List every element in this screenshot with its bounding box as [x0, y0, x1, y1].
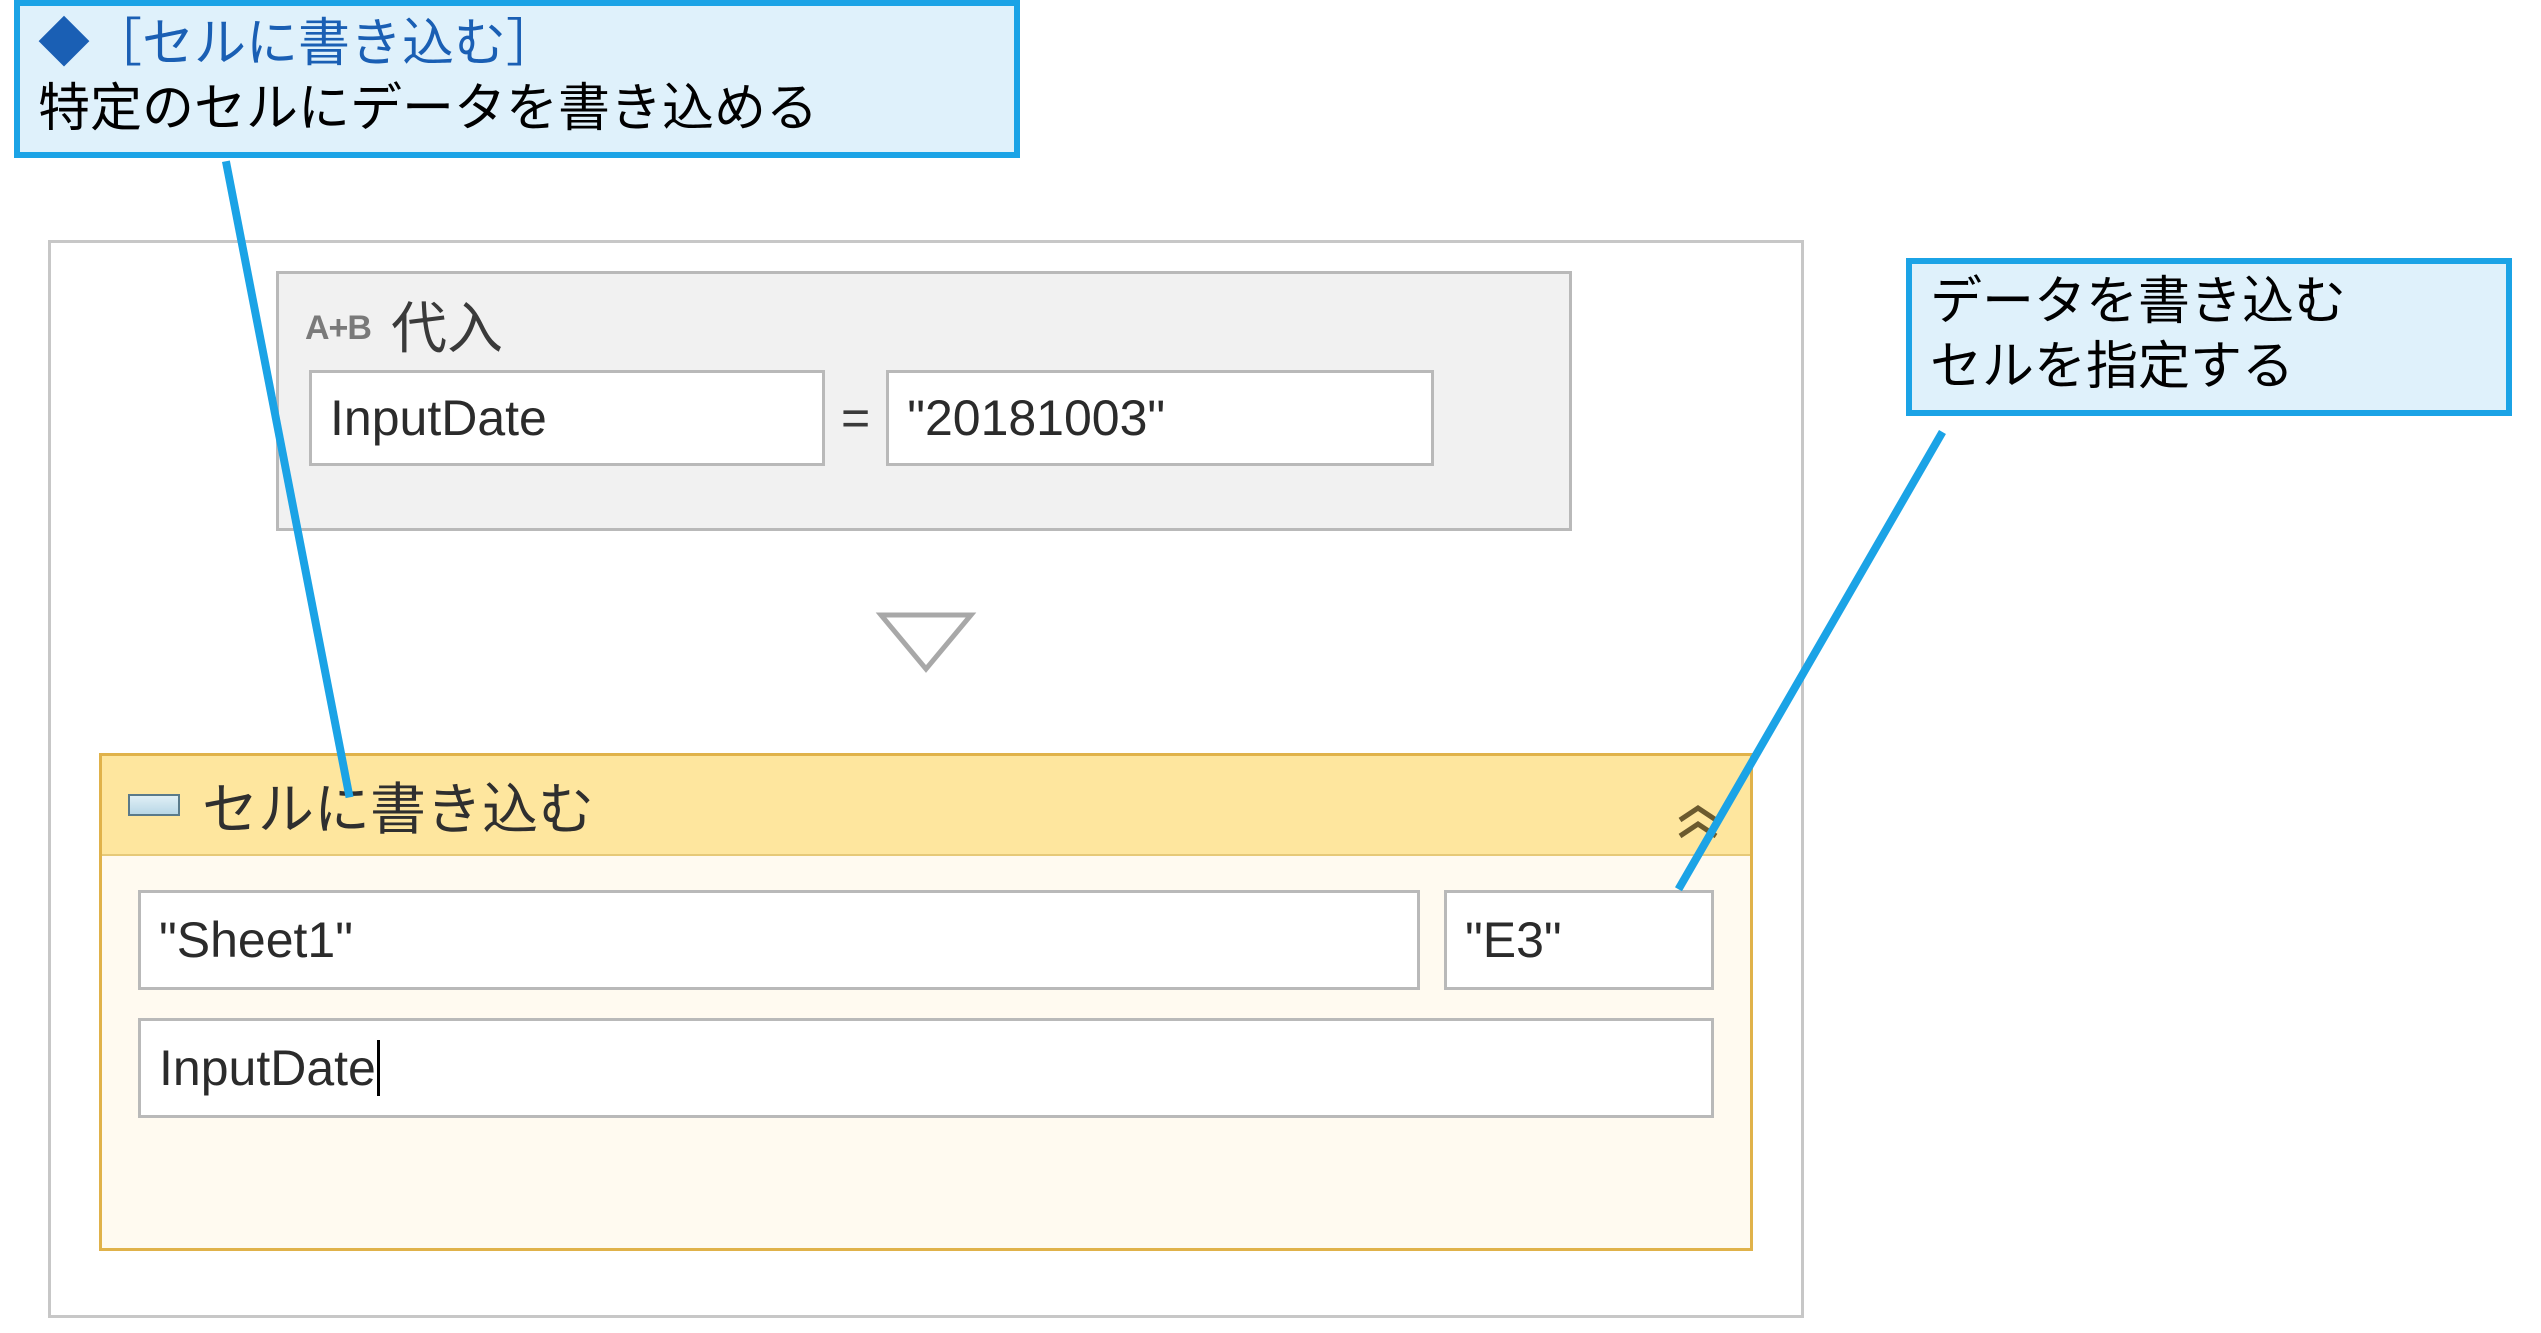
write-cell-header: セルに書き込む: [102, 756, 1750, 856]
assign-header: A+B 代入: [279, 274, 1569, 371]
assign-title: 代入: [391, 284, 503, 365]
assign-activity[interactable]: A+B 代入 InputDate = "20181003": [276, 271, 1572, 531]
callout-line1: データを書き込む: [1930, 270, 2488, 335]
write-cell-activity[interactable]: セルに書き込む "Sheet1" "E3" InputDate: [99, 753, 1753, 1251]
callout-specify-cell: データを書き込む セルを指定する: [1906, 258, 2512, 416]
callout-title: ◆［セルに書き込む］: [38, 12, 996, 77]
assign-icon: A+B: [305, 309, 371, 348]
cell-value-field[interactable]: InputDate: [138, 1018, 1714, 1118]
workflow-panel: A+B 代入 InputDate = "20181003" セルに書き込む: [48, 240, 1804, 1318]
text-caret: [377, 1040, 380, 1096]
flow-arrow-icon: [871, 607, 981, 679]
diamond-icon: ◆: [38, 15, 90, 73]
equals-sign: =: [835, 389, 876, 447]
write-cell-icon: [128, 794, 180, 816]
callout-line2: セルを指定する: [1930, 335, 2488, 400]
callout-write-cell-explain: ◆［セルに書き込む］ 特定のセルにデータを書き込める: [14, 0, 1020, 158]
cell-value-text: InputDate: [159, 1039, 376, 1097]
assign-to-field[interactable]: InputDate: [309, 370, 825, 466]
write-cell-title: セルに書き込む: [202, 765, 594, 846]
assign-value-field[interactable]: "20181003": [886, 370, 1434, 466]
callout-body: 特定のセルにデータを書き込める: [38, 77, 996, 142]
cell-address-field[interactable]: "E3": [1444, 890, 1714, 990]
sheet-name-field[interactable]: "Sheet1": [138, 890, 1420, 990]
